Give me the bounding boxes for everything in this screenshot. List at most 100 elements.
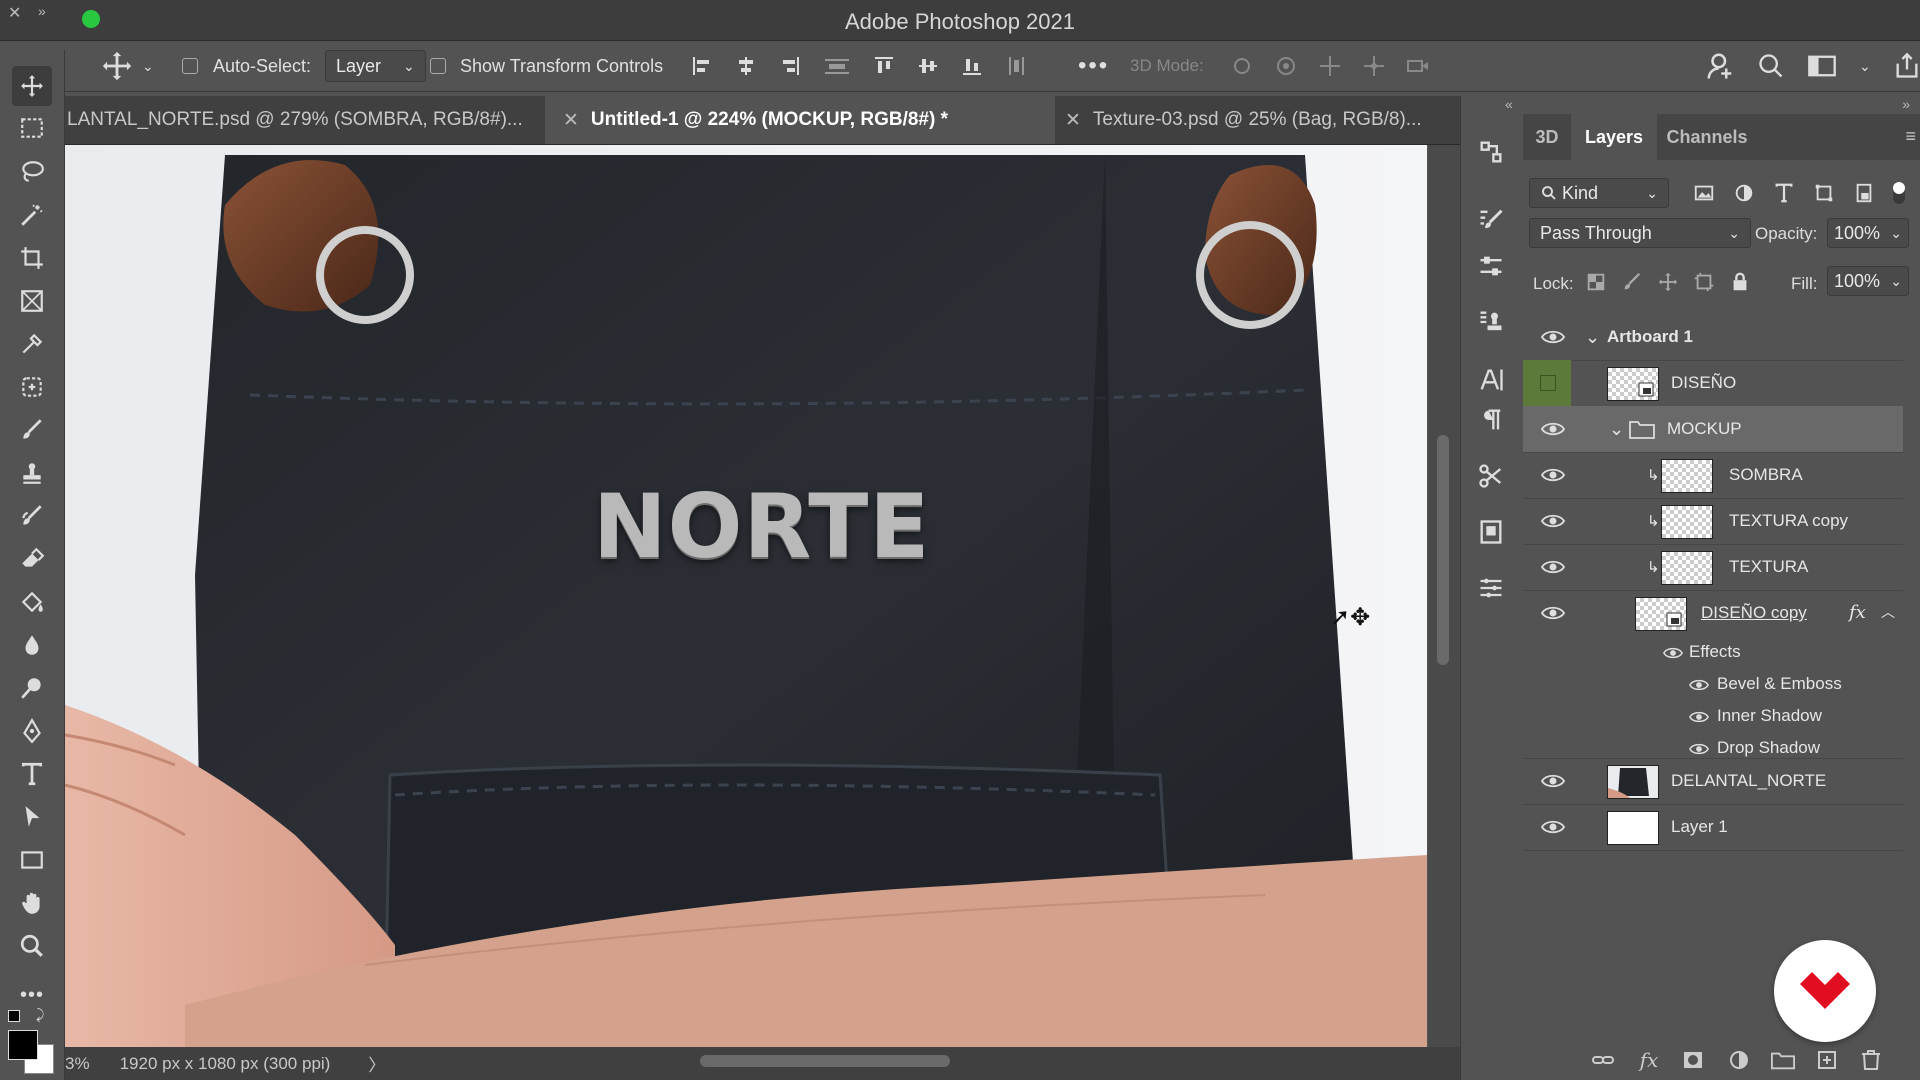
tab-texture-03[interactable]: ✕ Texture-03.psd @ 25% (Bag, RGB/8)...	[1055, 96, 1460, 144]
close-tab-icon[interactable]: ✕	[1065, 109, 1081, 132]
more-options-icon[interactable]: •••	[1078, 41, 1109, 91]
align-center-icon[interactable]	[734, 54, 758, 78]
panel-menu-icon[interactable]: ≡	[1905, 126, 1916, 147]
shape-filter-icon[interactable]	[1813, 182, 1835, 204]
search-icon[interactable]	[1757, 52, 1785, 80]
visibility-eye-icon[interactable]	[1541, 605, 1565, 621]
move-tool-preset[interactable]: ⌄	[100, 41, 154, 91]
3d-roll-icon[interactable]	[1272, 54, 1300, 78]
tab-channels[interactable]: Channels	[1657, 114, 1757, 160]
layer-row-sombra[interactable]: ↳ SOMBRA	[1523, 452, 1903, 499]
history-brush-tool[interactable]	[12, 496, 52, 536]
healing-tool[interactable]	[12, 367, 52, 407]
3d-scale-icon[interactable]	[1404, 54, 1432, 78]
lasso-tool[interactable]	[12, 152, 52, 192]
fx-icon[interactable]: fx	[1849, 602, 1866, 623]
smart-object-filter-icon[interactable]	[1853, 182, 1875, 204]
clone-source-icon[interactable]	[1471, 302, 1511, 342]
visibility-eye-icon[interactable]	[1541, 329, 1565, 345]
visibility-eye-icon[interactable]	[1663, 646, 1683, 660]
layer-row-textura[interactable]: ↳ TEXTURA	[1523, 544, 1903, 591]
new-group-icon[interactable]	[1769, 1046, 1797, 1074]
auto-select-dropdown[interactable]: Layer ⌄	[325, 50, 426, 82]
zoom-tool[interactable]	[12, 926, 52, 966]
blend-mode-dropdown[interactable]: Pass Through ⌄	[1529, 218, 1751, 248]
3d-pan-icon[interactable]	[1316, 54, 1344, 78]
3d-slide-icon[interactable]	[1360, 54, 1388, 78]
magic-wand-tool[interactable]	[12, 195, 52, 235]
align-left-icon[interactable]	[690, 54, 714, 78]
visibility-eye-icon[interactable]	[1541, 819, 1565, 835]
paragraph-panel-icon[interactable]	[1471, 400, 1511, 440]
clone-stamp-tool[interactable]	[12, 453, 52, 493]
lock-transparent-icon[interactable]	[1585, 271, 1607, 293]
workspace-icon[interactable]	[1807, 52, 1837, 80]
document-canvas[interactable]: NORTE ➚✥	[65, 145, 1427, 1047]
align-top-icon[interactable]	[872, 54, 896, 78]
libraries-panel-icon[interactable]	[1471, 512, 1511, 552]
effect-inner-shadow[interactable]: Inner Shadow	[1717, 706, 1822, 726]
edit-toolbar-icon[interactable]: •••	[12, 975, 52, 1015]
layer-row-diseno[interactable]: DISEÑO	[1523, 360, 1903, 407]
adjustments-panel-icon[interactable]	[1471, 246, 1511, 286]
visibility-toggle-off[interactable]	[1523, 360, 1571, 406]
distribute-vertical-icon[interactable]	[1004, 54, 1028, 78]
layer-row-layer-1[interactable]: Layer 1	[1523, 804, 1903, 851]
link-layers-icon[interactable]	[1589, 1046, 1617, 1074]
tab-delantal-norte[interactable]: LANTAL_NORTE.psd @ 279% (SOMBRA, RGB/8#)…	[65, 96, 545, 144]
horizontal-scrollbar[interactable]	[700, 1055, 950, 1067]
tool-presets-icon[interactable]	[1471, 456, 1511, 496]
scroll-thumb[interactable]	[1437, 435, 1449, 665]
filter-kind-dropdown[interactable]: Kind ⌄	[1529, 178, 1669, 208]
type-filter-icon[interactable]	[1773, 182, 1795, 204]
opacity-field[interactable]: 100% ⌄	[1827, 218, 1909, 248]
crop-tool[interactable]	[12, 238, 52, 278]
chevron-right-icon[interactable]: 〉	[368, 1051, 385, 1076]
lock-position-icon[interactable]	[1657, 271, 1679, 293]
properties-panel-icon[interactable]	[1471, 568, 1511, 608]
distribute-icon[interactable]	[822, 54, 852, 78]
visibility-eye-icon[interactable]	[1541, 421, 1565, 437]
swap-colors-icon[interactable]: ⤸	[36, 1006, 44, 1023]
chevron-down-icon[interactable]: ⌄	[1585, 327, 1600, 348]
visibility-eye-icon[interactable]	[1689, 710, 1709, 724]
add-mask-icon[interactable]	[1679, 1046, 1707, 1074]
history-panel-icon[interactable]	[1471, 132, 1511, 172]
path-selection-tool[interactable]	[12, 797, 52, 837]
fill-field[interactable]: 100% ⌄	[1827, 266, 1909, 296]
pen-tool[interactable]	[12, 711, 52, 751]
blur-tool[interactable]	[12, 625, 52, 665]
new-adjustment-layer-icon[interactable]	[1725, 1046, 1753, 1074]
tab-3d[interactable]: 3D	[1523, 114, 1571, 160]
visibility-eye-icon[interactable]	[1689, 742, 1709, 756]
auto-select-checkbox[interactable]	[182, 41, 198, 91]
default-colors-icon[interactable]	[8, 1010, 20, 1022]
norte-text-layer[interactable]: NORTE	[593, 475, 930, 578]
move-tool[interactable]	[12, 66, 52, 106]
layer-row-artboard[interactable]: ⌄ Artboard 1	[1523, 314, 1903, 361]
lock-artboard-icon[interactable]	[1693, 271, 1715, 293]
layer-row-delantal-norte[interactable]: DELANTAL_NORTE	[1523, 758, 1903, 805]
collapse-panel-icon[interactable]: »	[1902, 96, 1910, 112]
hand-tool[interactable]	[12, 883, 52, 923]
filter-toggle-switch[interactable]	[1893, 182, 1905, 204]
visibility-eye-icon[interactable]	[1541, 467, 1565, 483]
type-tool[interactable]	[12, 754, 52, 794]
eyedropper-tool[interactable]	[12, 324, 52, 364]
brush-tool[interactable]	[12, 410, 52, 450]
chevron-down-icon[interactable]: ⌄	[1859, 58, 1871, 75]
3d-orbit-icon[interactable]	[1228, 54, 1256, 78]
align-right-icon[interactable]	[778, 54, 802, 78]
collapse-panels-icon[interactable]: «	[1505, 96, 1513, 112]
effect-bevel-emboss[interactable]: Bevel & Emboss	[1717, 674, 1842, 694]
layer-row-diseno-copy[interactable]: DISEÑO copy fx ︿ Effects Bevel & Emboss …	[1523, 590, 1903, 759]
add-layer-style-icon[interactable]: fx	[1635, 1046, 1663, 1074]
paint-bucket-tool[interactable]	[12, 582, 52, 622]
delete-layer-icon[interactable]	[1857, 1046, 1885, 1074]
effect-drop-shadow[interactable]: Drop Shadow	[1717, 738, 1820, 758]
foreground-color[interactable]	[8, 1030, 38, 1060]
layer-row-textura-copy[interactable]: ↳ TEXTURA copy	[1523, 498, 1903, 545]
adjustment-filter-icon[interactable]	[1733, 182, 1755, 204]
close-tab-icon[interactable]: ✕	[563, 109, 579, 132]
new-layer-icon[interactable]	[1813, 1046, 1841, 1074]
